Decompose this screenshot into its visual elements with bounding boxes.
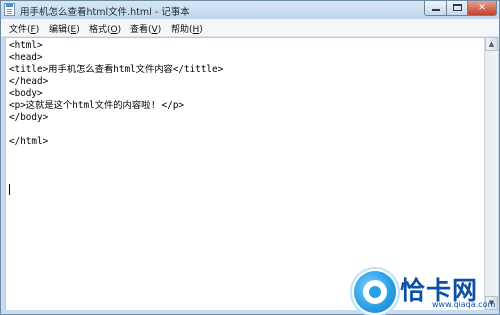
menu-edit-suffix: ) <box>76 25 80 35</box>
editor-line: <p>这就是这个html文件的内容啦! </p> <box>9 100 185 111</box>
close-button[interactable]: ✕ <box>467 1 497 16</box>
notepad-window: 用手机怎么查看html文件.html - 记事本 ✕ 文件(F) 编辑(E) 格… <box>0 0 500 315</box>
menu-edit[interactable]: 编辑(E) <box>49 22 80 35</box>
menu-bar: 文件(F) 编辑(E) 格式(O) 查看(V) 帮助(H) <box>1 19 499 37</box>
text-caret <box>9 184 10 195</box>
watermark-url: www.qiaqa.com <box>432 300 496 309</box>
menu-view[interactable]: 查看(V) <box>130 22 161 35</box>
scroll-up-button[interactable]: ▲ <box>485 37 498 51</box>
maximize-button[interactable] <box>446 1 468 16</box>
menu-file-label: 文件( <box>9 25 31 35</box>
menu-format-mnemonic: O <box>110 25 118 35</box>
menu-edit-label: 编辑( <box>49 25 71 35</box>
maximize-icon <box>453 4 462 11</box>
window-title: 用手机怎么查看html文件.html - 记事本 <box>20 7 190 18</box>
editor-line: </head> <box>9 76 49 87</box>
editor-line: </html> <box>9 136 49 147</box>
title-bar[interactable]: 用手机怎么查看html文件.html - 记事本 ✕ <box>1 1 499 19</box>
notepad-icon[interactable] <box>4 3 15 16</box>
vertical-scrollbar[interactable]: ▲ ▼ <box>484 37 498 310</box>
menu-help-suffix: ) <box>199 25 203 35</box>
editor-line: <head> <box>9 52 43 63</box>
chevron-up-icon: ▲ <box>488 40 495 48</box>
close-icon: ✕ <box>478 3 486 13</box>
minimize-icon <box>432 9 440 11</box>
text-editor[interactable]: <html> <head> <title>用手机怎么查看html文件内容</ti… <box>5 37 484 310</box>
editor-content[interactable]: <html> <head> <title>用手机怎么查看html文件内容</ti… <box>9 40 223 148</box>
minimize-button[interactable] <box>424 1 447 16</box>
menu-format[interactable]: 格式(O) <box>89 22 121 35</box>
editor-line: </body> <box>9 112 49 123</box>
menu-help-label: 帮助( <box>171 25 193 35</box>
editor-line: <html> <box>9 40 43 51</box>
menu-help[interactable]: 帮助(H) <box>171 22 203 35</box>
qiaqa-logo <box>354 271 396 313</box>
menu-format-label: 格式( <box>89 25 111 35</box>
menu-file-suffix: ) <box>35 25 40 35</box>
menu-file[interactable]: 文件(F) <box>9 22 39 35</box>
menu-view-label: 查看( <box>130 25 152 35</box>
menu-view-suffix: ) <box>157 25 162 35</box>
menu-format-suffix: ) <box>117 25 122 35</box>
editor-line: <title>用手机怎么查看html文件内容</tittle> <box>9 64 224 75</box>
editor-line: <body> <box>9 88 43 99</box>
